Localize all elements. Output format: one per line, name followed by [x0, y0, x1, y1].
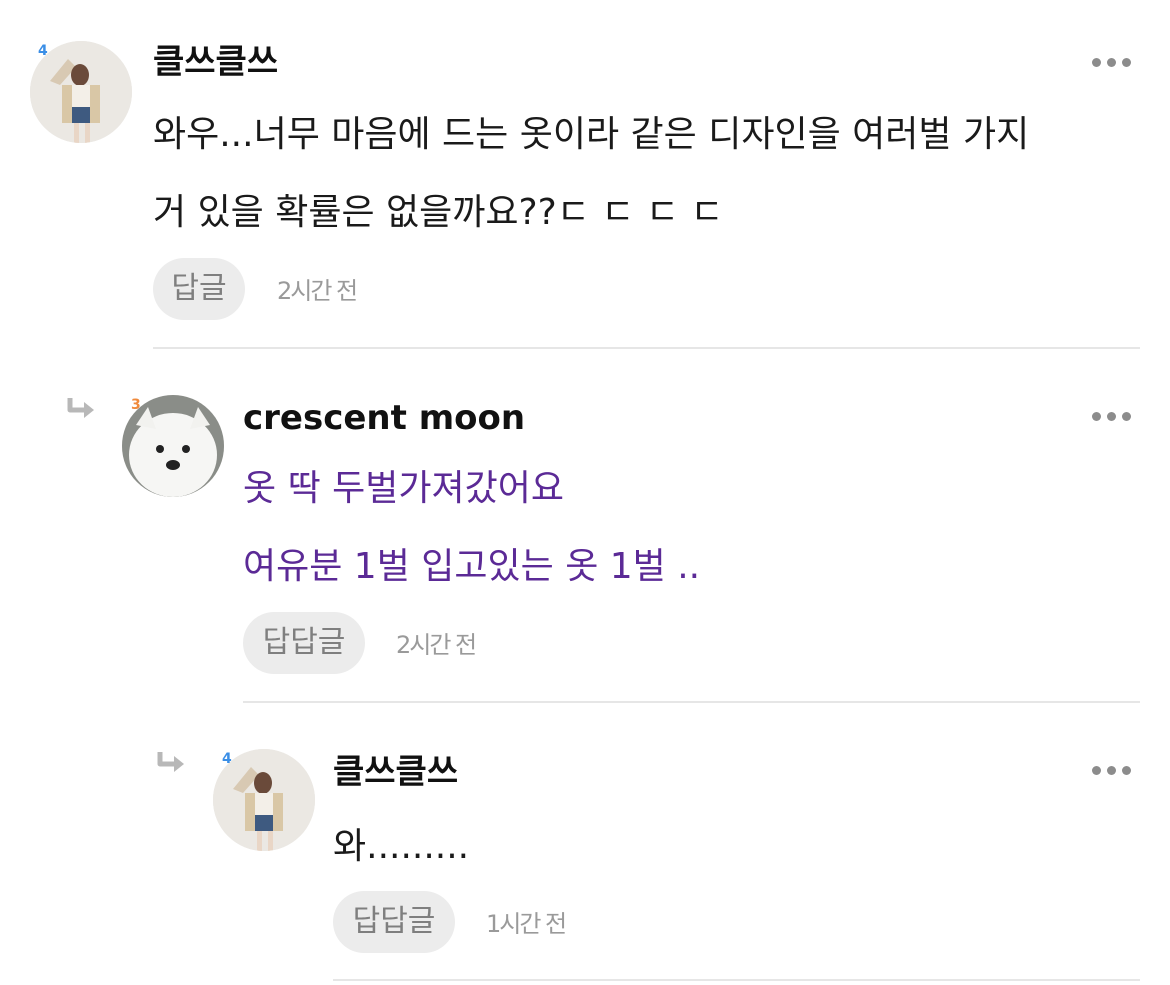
author-name[interactable]: 클쓰클쓰: [333, 752, 458, 792]
more-dots-icon[interactable]: [1092, 406, 1131, 426]
reply-arrow-icon: [157, 752, 184, 772]
divider: [333, 979, 1140, 981]
timestamp: 2시간 전: [277, 277, 358, 305]
comment-line: 와우...너무 마음에 드는 옷이라 같은 디자인을 여러벌 가지: [153, 114, 1030, 155]
reply-button[interactable]: 답답글: [243, 612, 365, 674]
divider: [153, 347, 1140, 349]
level-badge: 4: [222, 751, 232, 767]
comment-line: 옷 딱 두벌가져갔어요: [243, 468, 564, 509]
author-name[interactable]: 클쓰클쓰: [153, 42, 278, 82]
reply-button[interactable]: 답답글: [333, 891, 455, 953]
comment-line: 와.........: [333, 826, 470, 867]
timestamp: 1시간 전: [486, 910, 567, 938]
timestamp: 2시간 전: [396, 631, 477, 659]
divider: [243, 701, 1140, 703]
comment-line: 거 있을 확률은 없을까요??ㄷ ㄷ ㄷ ㄷ: [153, 192, 724, 233]
comment-line: 여유분 1벌 입고있는 옷 1벌 ..: [243, 546, 701, 587]
more-dots-icon[interactable]: [1092, 760, 1131, 780]
author-name[interactable]: crescent moon: [243, 398, 525, 438]
more-dots-icon[interactable]: [1092, 52, 1131, 72]
level-badge: 4: [38, 43, 48, 59]
reply-button[interactable]: 답글: [153, 258, 245, 320]
level-badge: 3: [131, 397, 141, 413]
reply-arrow-icon: [67, 398, 94, 418]
